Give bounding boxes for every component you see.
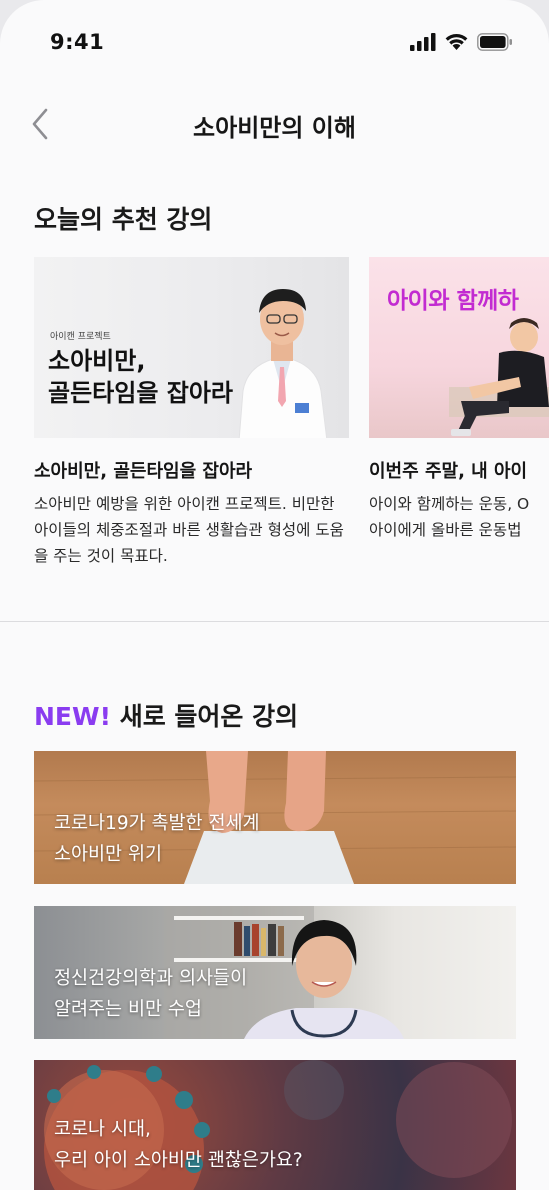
recommended-card[interactable]: 아이캔 프로젝트 소아비만, 골든타임을 잡아라 소아비만, 골든타임을 잡아라… [34, 257, 349, 565]
phone-screen: 9:41 소아비만의 이해 오늘의 추천 강의 아이캔 프로젝트 소아비만, 골… [0, 0, 549, 1190]
new-lecture-banner[interactable]: 코로나 시대, 우리 아이 소아비만 괜찮은가요? [34, 1060, 516, 1190]
doctor-photo [238, 289, 328, 438]
banner-caption-line2: 알려주는 비만 수업 [54, 999, 202, 1020]
status-icons [410, 33, 513, 51]
banner-caption-line1: 코로나19가 촉발한 전세계 [54, 813, 260, 834]
battery-icon [477, 33, 512, 51]
card-description: 소아비만 예방을 위한 아이캔 프로젝트. 비만한 아이들의 체중조절과 바른 … [34, 495, 344, 565]
banner-caption-line2: 우리 아이 소아비만 괜찮은가요? [54, 1150, 303, 1171]
banner-caption-line2: 소아비만 위기 [54, 844, 163, 865]
card-description-line2: 아이에게 올바른 운동법 [369, 521, 522, 539]
status-bar: 9:41 [0, 0, 549, 86]
new-lecture-banner[interactable]: 정신건강의학과 의사들이 알려주는 비만 수업 [34, 906, 516, 1039]
card-description: 아이와 함께하는 운동, O 아이에게 올바른 운동법 [369, 491, 549, 543]
navigation-bar: 소아비만의 이해 [0, 96, 549, 152]
banner-caption: 정신건강의학과 의사들이 알려주는 비만 수업 [54, 963, 247, 1025]
page-title: 소아비만의 이해 [193, 114, 356, 142]
thumbnail-headline: 아이와 함께하 [387, 288, 519, 314]
thumbnail-headline-line1: 소아비만, [48, 347, 146, 375]
new-badge: NEW! [34, 702, 111, 731]
new-lecture-banner[interactable]: 코로나19가 촉발한 전세계 소아비만 위기 [34, 751, 516, 884]
recommended-section-title: 오늘의 추천 강의 [34, 205, 213, 234]
card-title: 이번주 주말, 내 아이 [369, 461, 528, 482]
lecture-thumbnail: 아이와 함께하 [369, 257, 549, 438]
banner-caption-line1: 코로나 시대, [54, 1119, 151, 1140]
banner-caption: 코로나 시대, 우리 아이 소아비만 괜찮은가요? [54, 1114, 303, 1176]
signal-icon [410, 33, 436, 51]
new-section-title: NEW! 새로 들어온 강의 [34, 697, 298, 733]
thumbnail-headline-line2: 골든타임을 잡아라 [48, 379, 233, 407]
kids-exercise-photo [449, 318, 549, 436]
recommended-carousel[interactable]: 아이캔 프로젝트 소아비만, 골든타임을 잡아라 소아비만, 골든타임을 잡아라… [34, 257, 549, 577]
recommended-card[interactable]: 아이와 함께하 이번주 주말, 내 아이 아이와 함께하는 운동, O 아이에게… [369, 257, 549, 539]
thumbnail-tag: 아이캔 프로젝트 [50, 332, 111, 342]
banner-caption-line1: 정신건강의학과 의사들이 [54, 968, 248, 989]
lecture-thumbnail: 아이캔 프로젝트 소아비만, 골든타임을 잡아라 [34, 257, 349, 438]
thumbnail-headline: 소아비만, 골든타임을 잡아라 [48, 345, 233, 409]
banner-caption: 코로나19가 촉발한 전세계 소아비만 위기 [54, 808, 260, 870]
wifi-icon [445, 33, 468, 50]
card-title: 소아비만, 골든타임을 잡아라 [34, 461, 253, 482]
card-description-line1: 아이와 함께하는 운동, O [369, 495, 530, 513]
status-time: 9:41 [50, 30, 105, 54]
new-section-heading: 새로 들어온 강의 [119, 702, 299, 731]
section-divider [0, 621, 549, 622]
